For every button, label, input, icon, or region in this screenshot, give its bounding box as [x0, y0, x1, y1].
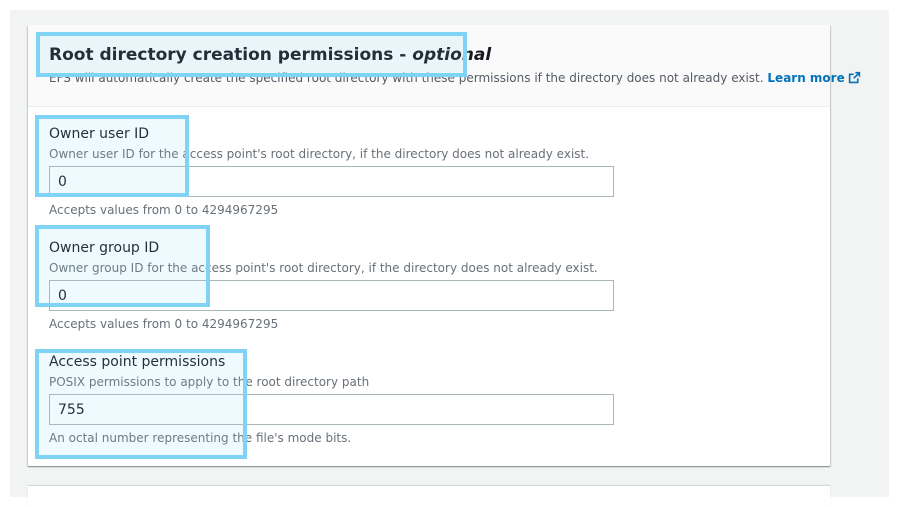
- owner-gid-hint: Accepts values from 0 to 4294967295: [49, 317, 279, 331]
- permissions-input[interactable]: [49, 394, 614, 425]
- external-link-icon: [848, 71, 860, 84]
- panel-description-text: EFS will automatically create the specif…: [49, 71, 764, 85]
- owner-uid-hint: Accepts values from 0 to 4294967295: [49, 203, 279, 217]
- owner-gid-input[interactable]: [49, 280, 614, 311]
- permissions-label: Access point permissions: [49, 354, 226, 370]
- owner-uid-input[interactable]: [49, 166, 614, 197]
- panel-title-text: Root directory creation permissions -: [49, 45, 413, 65]
- panel-description: EFS will automatically create the specif…: [49, 71, 861, 85]
- learn-more-label: Learn more: [767, 71, 845, 85]
- owner-gid-description: Owner group ID for the access point's ro…: [49, 261, 598, 275]
- root-directory-permissions-panel: Root directory creation permissions - op…: [28, 25, 860, 466]
- owner-uid-description: Owner user ID for the access point's roo…: [49, 147, 590, 161]
- panel-header: Root directory creation permissions - op…: [28, 25, 860, 107]
- panel-title: Root directory creation permissions - op…: [49, 45, 491, 65]
- panel-title-optional: optional: [412, 45, 492, 65]
- permissions-hint: An octal number representing the file's …: [49, 431, 352, 445]
- owner-gid-label: Owner group ID: [49, 240, 160, 256]
- learn-more-link[interactable]: Learn more: [767, 71, 860, 85]
- next-panel-edge: [28, 486, 830, 507]
- permissions-description: POSIX permissions to apply to the root d…: [49, 375, 370, 389]
- owner-uid-label: Owner user ID: [49, 126, 150, 142]
